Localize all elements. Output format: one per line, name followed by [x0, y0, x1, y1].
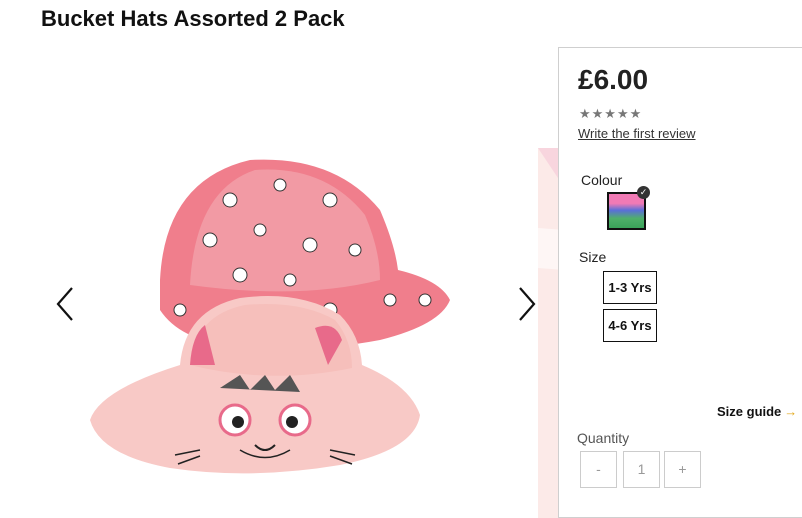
size-guide-label: Size guide: [717, 404, 782, 419]
quantity-input[interactable]: 1: [623, 451, 660, 488]
size-option-4-6-yrs[interactable]: 4-6 Yrs: [603, 309, 657, 342]
product-details-panel: £6.00 ★★★★★ Write the first review Colou…: [558, 47, 802, 518]
size-option-1-3-yrs[interactable]: 1-3 Yrs: [603, 271, 657, 304]
product-image-gallery[interactable]: [0, 40, 560, 518]
rating-stars-icon: ★★★★★: [579, 106, 643, 121]
colour-label: Colour: [581, 172, 623, 188]
product-title: Bucket Hats Assorted 2 Pack: [41, 6, 345, 31]
arrow-right-icon: →: [784, 404, 798, 419]
quantity-increase-button[interactable]: +: [664, 451, 701, 488]
selected-check-icon: ✓: [637, 186, 650, 199]
size-guide-link[interactable]: Size guide →: [717, 404, 797, 419]
chevron-left-icon[interactable]: [50, 284, 80, 324]
product-price: £6.00: [578, 64, 649, 95]
product-image: [90, 159, 450, 474]
quantity-decrease-button[interactable]: -: [580, 451, 617, 488]
write-review-link[interactable]: Write the first review: [578, 126, 696, 141]
size-label: Size: [579, 249, 607, 265]
quantity-label: Quantity: [577, 430, 630, 446]
